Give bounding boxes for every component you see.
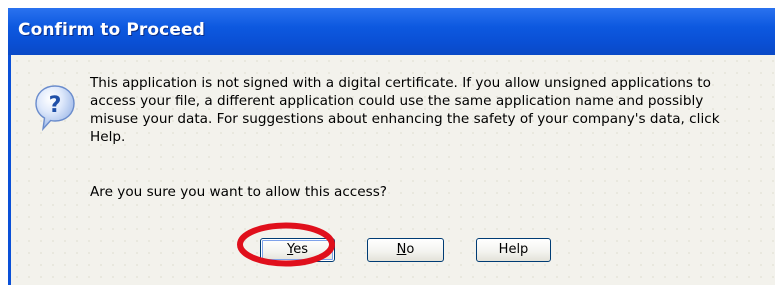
svg-text:?: ? [49,93,62,118]
yes-button[interactable]: Yes [260,238,335,262]
title-bar[interactable]: Confirm to Proceed [8,8,775,55]
yes-label-rest: es [293,242,308,257]
no-label-rest: o [406,242,415,257]
dialog-body: ? This application is not signed with a … [11,55,775,285]
no-button[interactable]: No [367,238,444,262]
help-label: Help [498,242,529,257]
help-button[interactable]: Help [476,238,551,262]
dialog-message: This application is not signed with a di… [90,75,720,145]
dialog-window: Confirm to Proceed ? This application is… [8,8,775,285]
no-mnemonic: N [396,242,407,257]
dialog-title: Confirm to Proceed [18,20,205,40]
confirm-question: Are you sure you want to allow this acce… [90,184,388,200]
question-icon: ? [34,84,76,132]
